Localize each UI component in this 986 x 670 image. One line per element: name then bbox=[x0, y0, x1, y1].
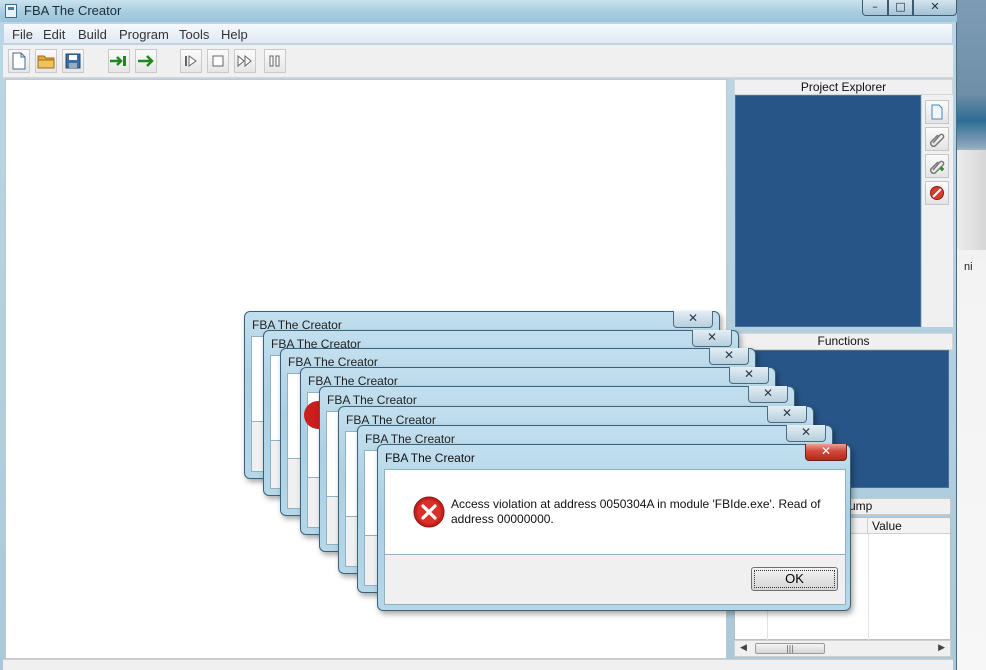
background-panel bbox=[956, 150, 986, 250]
dialog-body: Access violation at address 0050304A in … bbox=[384, 469, 846, 555]
dialog-close-button[interactable]: ✕ bbox=[805, 444, 847, 461]
run-icon[interactable] bbox=[135, 49, 157, 73]
menu-edit[interactable]: Edit bbox=[43, 27, 65, 42]
title-bar[interactable]: FBA The Creator – □ ✕ bbox=[0, 0, 957, 22]
pause-icon[interactable] bbox=[264, 49, 286, 73]
background-window-strip: ni bbox=[956, 0, 986, 670]
open-folder-icon[interactable] bbox=[35, 49, 57, 73]
scroll-left-icon[interactable]: ◀ bbox=[740, 643, 747, 653]
compile-icon[interactable] bbox=[108, 49, 130, 73]
menu-program[interactable]: Program bbox=[119, 27, 169, 42]
window-title: FBA The Creator bbox=[24, 3, 122, 18]
fast-forward-icon[interactable] bbox=[234, 49, 256, 73]
menu-help[interactable]: Help bbox=[221, 27, 248, 42]
menu-file[interactable]: File bbox=[12, 27, 33, 42]
close-button[interactable]: ✕ bbox=[913, 0, 957, 16]
new-file-icon[interactable] bbox=[8, 49, 30, 73]
dialog-title: FBA The Creator bbox=[327, 393, 417, 407]
background-label: ni bbox=[964, 261, 973, 273]
error-dialog-front: FBA The Creator ✕ Access violation at ad… bbox=[377, 444, 851, 611]
toolbar bbox=[3, 45, 953, 78]
error-icon bbox=[413, 496, 445, 528]
minimize-button[interactable]: – bbox=[862, 0, 888, 16]
new-item-icon[interactable] bbox=[925, 100, 949, 124]
functions-header: Functions bbox=[734, 333, 953, 350]
menu-tools[interactable]: Tools bbox=[179, 27, 209, 42]
dialog-close-button[interactable]: ✕ bbox=[729, 367, 769, 384]
dialog-close-button[interactable]: ✕ bbox=[709, 348, 749, 365]
status-bar bbox=[3, 659, 953, 670]
dialog-close-button[interactable]: ✕ bbox=[692, 330, 732, 347]
scroll-right-icon[interactable]: ▶ bbox=[938, 643, 945, 653]
save-icon[interactable] bbox=[62, 49, 84, 73]
project-explorer-tools bbox=[922, 95, 953, 327]
grid-column-line bbox=[868, 534, 869, 641]
project-explorer-tree[interactable] bbox=[735, 95, 921, 327]
dialog-close-button[interactable]: ✕ bbox=[673, 311, 713, 328]
project-explorer-header: Project Explorer bbox=[734, 79, 953, 95]
error-message: Access violation at address 0050304A in … bbox=[451, 497, 821, 526]
step-icon[interactable] bbox=[180, 49, 202, 73]
scroll-thumb[interactable]: ||| bbox=[755, 643, 825, 654]
dialog-close-button[interactable]: ✕ bbox=[748, 386, 788, 403]
stop-icon[interactable] bbox=[207, 49, 229, 73]
caption-buttons: – □ ✕ bbox=[862, 0, 957, 16]
grid-header-value: Value bbox=[872, 519, 902, 533]
dialog-close-button[interactable]: ✕ bbox=[786, 425, 826, 442]
menu-build[interactable]: Build bbox=[78, 27, 107, 42]
horizontal-scrollbar[interactable]: ◀ ||| ▶ bbox=[734, 640, 951, 657]
attach-icon[interactable] bbox=[925, 127, 949, 151]
ok-button[interactable]: OK bbox=[751, 567, 838, 591]
maximize-button[interactable]: □ bbox=[888, 0, 913, 16]
app-icon bbox=[5, 4, 17, 18]
menu-bar: File Edit Build Program Tools Help bbox=[3, 23, 953, 44]
attach-add-icon[interactable] bbox=[925, 154, 949, 178]
remove-icon[interactable] bbox=[925, 181, 949, 205]
dialog-title: FBA The Creator bbox=[385, 451, 475, 465]
dialog-close-button[interactable]: ✕ bbox=[767, 406, 807, 423]
